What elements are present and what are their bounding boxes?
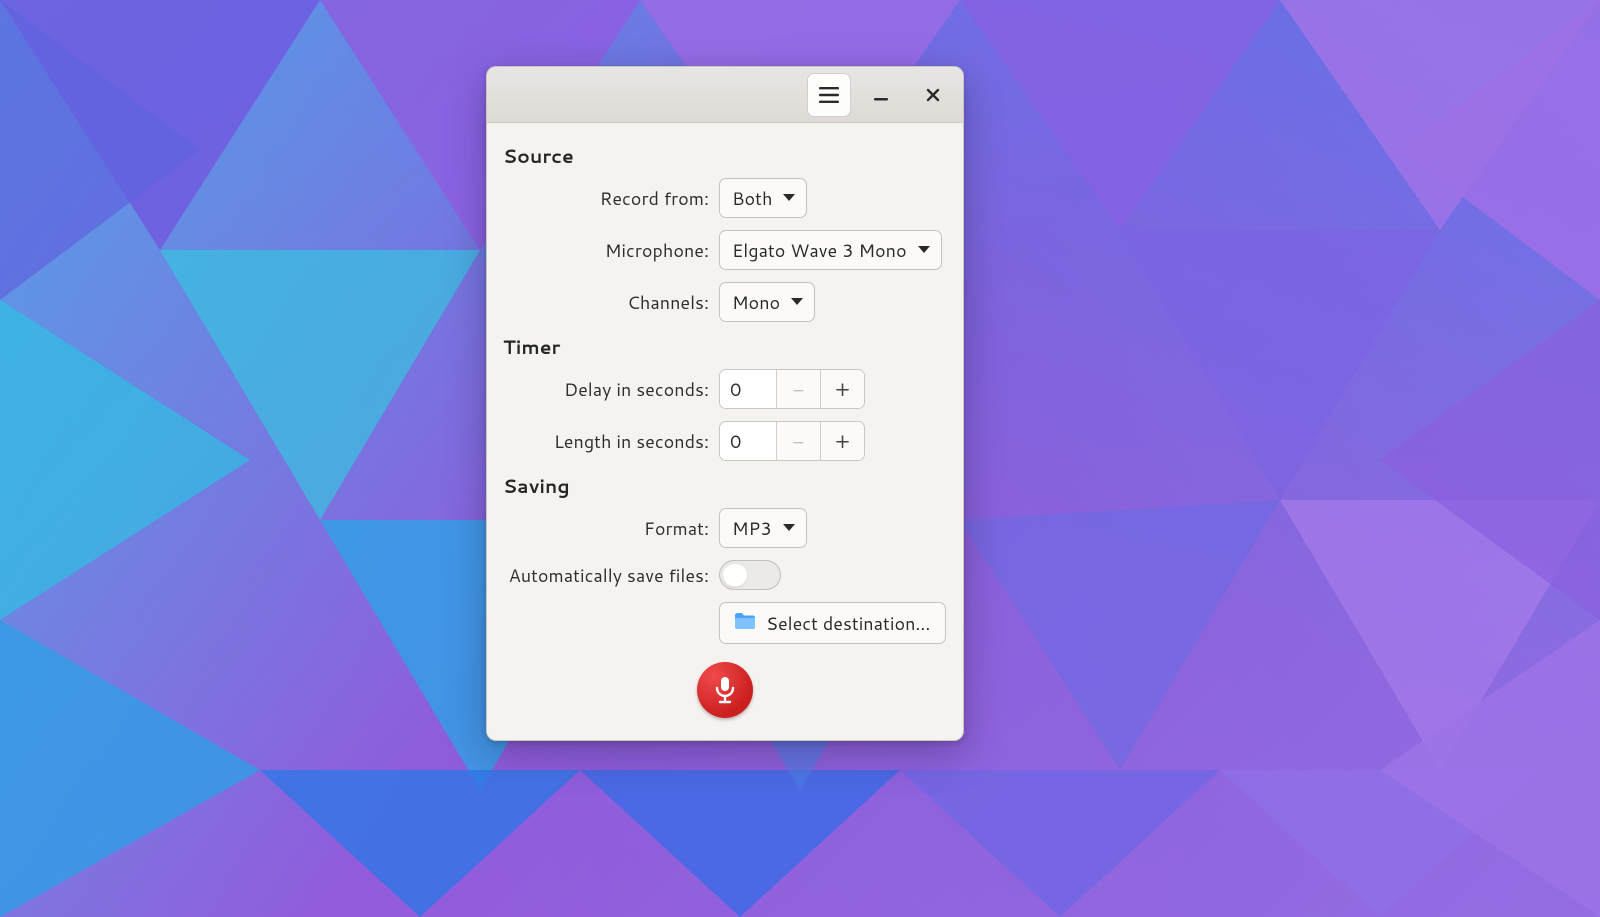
- minimize-icon: [873, 87, 889, 103]
- autosave-switch[interactable]: [719, 560, 781, 590]
- record-from-combo[interactable]: Both: [719, 178, 807, 218]
- section-source-title: Source: [503, 143, 947, 170]
- chevron-down-icon: [790, 297, 804, 307]
- microphone-value: Elgato Wave 3 Mono: [732, 237, 907, 263]
- delay-label: Delay in seconds:: [503, 376, 719, 402]
- chevron-down-icon: [917, 245, 931, 255]
- window-content: Source Record from: Both Microphone: Elg…: [487, 123, 963, 740]
- chevron-down-icon: [782, 523, 796, 533]
- channels-value: Mono: [732, 289, 780, 315]
- format-label: Format:: [503, 515, 719, 541]
- select-destination-button[interactable]: Select destination…: [719, 602, 946, 644]
- delay-value[interactable]: 0: [720, 370, 776, 408]
- select-destination-label: Select destination…: [766, 610, 931, 636]
- autosave-label: Automatically save files:: [503, 562, 719, 588]
- length-label: Length in seconds:: [503, 428, 719, 454]
- length-value[interactable]: 0: [720, 422, 776, 460]
- delay-spinbutton[interactable]: 0 − +: [719, 369, 865, 409]
- hamburger-icon: [819, 87, 839, 103]
- record-button[interactable]: [697, 662, 753, 718]
- folder-icon: [734, 610, 756, 636]
- section-saving-title: Saving: [503, 473, 947, 500]
- format-value: MP3: [732, 515, 772, 541]
- record-from-value: Both: [732, 185, 772, 211]
- delay-increment-button[interactable]: +: [820, 370, 864, 408]
- format-combo[interactable]: MP3: [719, 508, 807, 548]
- window-titlebar: [487, 67, 963, 123]
- length-increment-button[interactable]: +: [820, 422, 864, 460]
- window-minimize-button[interactable]: [859, 75, 903, 115]
- switch-knob: [722, 563, 748, 587]
- microphone-icon: [712, 675, 738, 705]
- record-from-label: Record from:: [503, 185, 719, 211]
- chevron-down-icon: [782, 193, 796, 203]
- window-close-button[interactable]: [911, 75, 955, 115]
- section-timer-title: Timer: [503, 334, 947, 361]
- hamburger-menu-button[interactable]: [807, 73, 851, 117]
- length-decrement-button[interactable]: −: [776, 422, 820, 460]
- length-spinbutton[interactable]: 0 − +: [719, 421, 865, 461]
- close-icon: [925, 87, 941, 103]
- channels-label: Channels:: [503, 289, 719, 315]
- recorder-window: Source Record from: Both Microphone: Elg…: [486, 66, 964, 741]
- microphone-label: Microphone:: [503, 237, 719, 263]
- channels-combo[interactable]: Mono: [719, 282, 815, 322]
- delay-decrement-button[interactable]: −: [776, 370, 820, 408]
- microphone-combo[interactable]: Elgato Wave 3 Mono: [719, 230, 942, 270]
